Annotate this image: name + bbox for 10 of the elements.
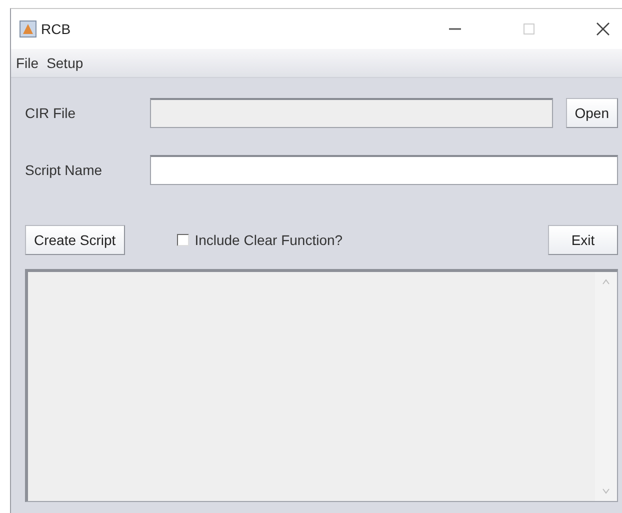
field-label: CIR File <box>25 105 77 121</box>
checkbox-label: Include Clear Function? <box>194 232 343 248</box>
menu-item[interactable]: Setup <box>46 53 84 73</box>
window-title: RCB <box>41 21 71 37</box>
field-label: Script Name <box>25 162 104 178</box>
checkbox[interactable] <box>176 234 189 246</box>
exit-button[interactable]: Exit <box>548 225 618 255</box>
menu-item[interactable]: File <box>15 53 40 73</box>
create-script-button[interactable]: Create Script <box>25 225 125 255</box>
input-field[interactable] <box>150 155 618 185</box>
